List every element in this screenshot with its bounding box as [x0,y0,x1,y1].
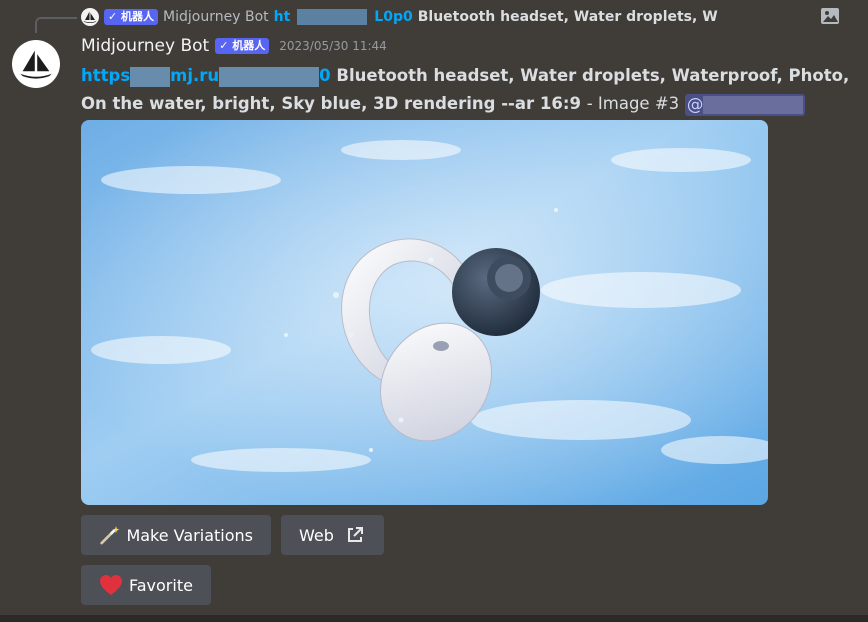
prompt-link-end[interactable]: 0 [319,66,330,85]
discord-message-view: ✓ 机器人 Midjourney Bot ht L0p0 Bluetooth h… [0,0,868,622]
prompt-link-mid[interactable]: mj.ru [170,66,219,85]
bottom-divider [0,615,868,622]
message-header: Midjourney Bot ✓ 机器人 2023/05/30 11:44 [81,36,387,56]
reply-bot-tag: ✓ 机器人 [104,9,159,25]
bot-tag: ✓ 机器人 [215,38,270,54]
mention-at: @ [686,94,704,114]
favorite-label: Favorite [129,575,193,595]
reply-text: Bluetooth headset, Water droplets, W [417,9,718,25]
reply-link-end[interactable]: L0p0 [374,9,412,25]
image-icon[interactable] [820,7,840,25]
author-avatar[interactable] [12,40,60,88]
web-label: Web [299,525,334,545]
external-link-icon [347,527,363,542]
earbud-render-image [81,120,768,505]
sailboat-icon [20,50,52,79]
make-variations-button[interactable]: Make Variations [81,515,271,555]
favorite-button[interactable]: Favorite [81,565,211,605]
generated-image[interactable] [81,120,768,505]
timestamp[interactable]: 2023/05/30 11:44 [279,39,387,53]
user-mention[interactable]: @ [684,93,806,116]
reply-redaction [297,9,368,25]
reply-connector [35,17,77,33]
message-content: https mj.ru 0 Bluetooth headset, Water dro… [81,62,851,118]
reply-author[interactable]: Midjourney Bot [163,9,269,25]
image-number: - Image #3 [586,94,680,113]
make-variations-label: Make Variations [126,525,253,545]
magic-wand-icon [100,526,120,545]
link-redaction [130,66,171,87]
sailboat-icon [83,11,97,23]
heart-icon [100,575,122,595]
reply-preview[interactable]: ✓ 机器人 Midjourney Bot ht L0p0 Bluetooth h… [81,6,840,28]
prompt-link-start[interactable]: https [81,66,130,85]
link-redaction-2 [219,66,320,87]
mention-redaction [703,96,804,114]
author-name[interactable]: Midjourney Bot [81,36,209,56]
web-button[interactable]: Web [281,515,384,555]
reply-link-start[interactable]: ht [274,9,291,25]
reply-avatar[interactable] [81,8,99,26]
